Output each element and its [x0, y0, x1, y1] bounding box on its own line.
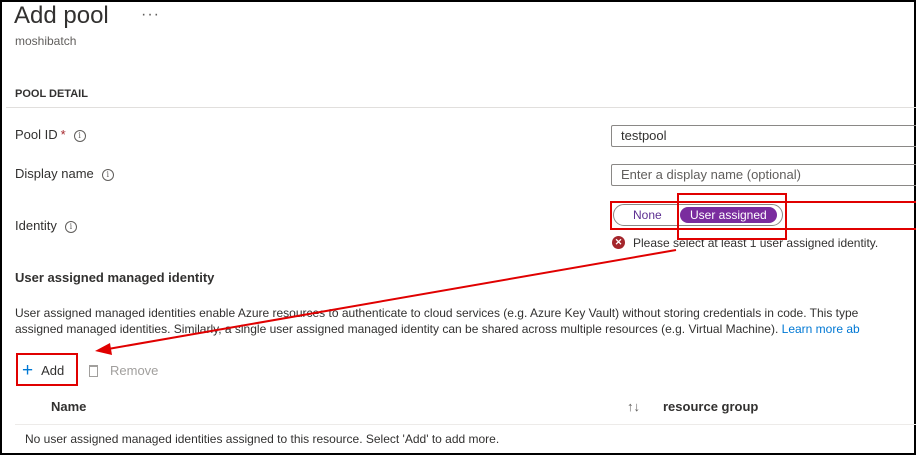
- trash-icon: [89, 365, 98, 377]
- display-name-input[interactable]: Enter a display name (optional): [611, 164, 916, 186]
- page-title: Add pool: [14, 2, 109, 29]
- sort-icon[interactable]: ↑↓: [627, 399, 640, 414]
- display-name-placeholder: Enter a display name (optional): [621, 167, 801, 182]
- pool-id-input[interactable]: testpool: [611, 125, 916, 147]
- info-icon[interactable]: i: [73, 130, 86, 142]
- info-icon[interactable]: i: [64, 221, 77, 233]
- info-icon[interactable]: i: [101, 169, 114, 181]
- page-subtitle: moshibatch: [15, 34, 77, 48]
- more-icon[interactable]: ···: [141, 6, 160, 24]
- display-name-label: Display name i: [15, 166, 114, 181]
- table-empty-message: No user assigned managed identities assi…: [25, 432, 500, 446]
- required-mark: *: [60, 127, 66, 142]
- managed-identity-heading: User assigned managed identity: [15, 270, 215, 285]
- annotation-highlight-add: [16, 353, 78, 386]
- section-divider: [6, 107, 916, 108]
- learn-more-link[interactable]: Learn more ab: [782, 322, 860, 336]
- section-title: POOL DETAIL: [15, 88, 88, 100]
- identity-label: Identity i: [15, 218, 77, 233]
- error-icon: ✕: [612, 236, 625, 249]
- column-header-resource-group[interactable]: resource group: [663, 399, 758, 414]
- managed-identity-description: User assigned managed identities enable …: [15, 306, 860, 336]
- pool-id-value: testpool: [621, 128, 667, 143]
- pool-id-label: Pool ID * i: [15, 127, 86, 142]
- remove-button[interactable]: Remove: [89, 361, 158, 381]
- remove-button-label: Remove: [110, 363, 159, 378]
- column-header-name[interactable]: Name: [51, 399, 86, 414]
- table-header-divider: [15, 424, 916, 425]
- annotation-highlight-identity-toggle: [610, 201, 916, 230]
